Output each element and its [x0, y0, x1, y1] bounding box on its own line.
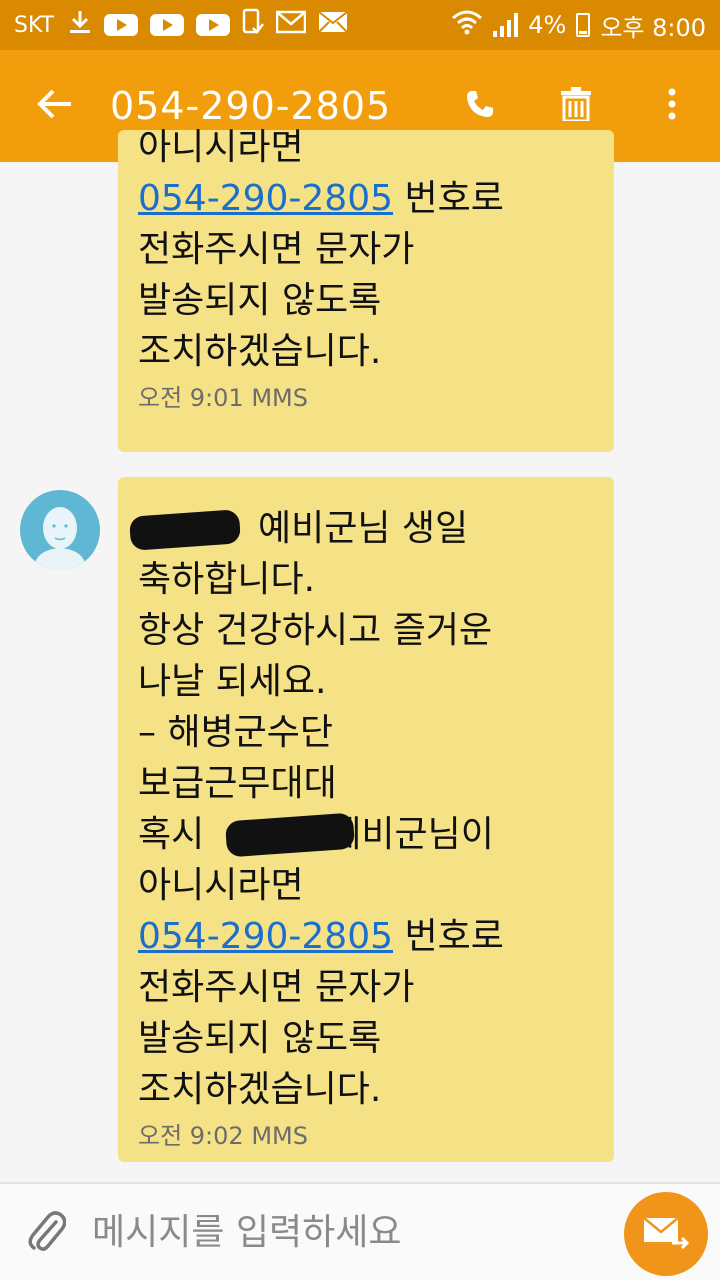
- message-bubble[interactable]: 예비군님 생일 축하합니다. 항상 건강하시고 즐거운 나날 되세요. – 해병…: [118, 477, 614, 1162]
- carrier-label: SKT: [14, 12, 55, 38]
- message-time: 오전 9:01: [138, 384, 244, 412]
- send-button[interactable]: [624, 1192, 708, 1276]
- phone-link[interactable]: 054-290-2805: [138, 178, 393, 219]
- youtube-icon: [150, 14, 185, 36]
- attach-button[interactable]: [0, 1184, 92, 1280]
- more-options-button[interactable]: [624, 50, 720, 162]
- signal-icon: [493, 13, 519, 37]
- message-text: 예비군님 생일: [258, 508, 469, 549]
- trash-icon: [560, 87, 592, 125]
- message-meta: 오전 9:01 MMS: [138, 383, 594, 413]
- message-line: 혹시 예비군님이: [138, 809, 594, 860]
- contact-avatar[interactable]: [20, 490, 100, 570]
- send-mail-icon: [642, 1215, 690, 1253]
- message-type: MMS: [251, 384, 308, 412]
- back-button[interactable]: [0, 50, 110, 162]
- gmail-icon: [275, 10, 307, 40]
- download-icon: [68, 9, 92, 41]
- message-bubble[interactable]: 아니시라면 054-290-2805 번호로 전화주시면 문자가 발송되지 않도…: [118, 127, 614, 452]
- phone-icon: [465, 89, 495, 123]
- message-line: 아니시라면: [138, 865, 304, 906]
- phone-link[interactable]: 054-290-2805: [138, 916, 393, 957]
- message-composer: [0, 1182, 720, 1280]
- status-bar: SKT 4% 오후 8:00: [0, 0, 720, 50]
- paperclip-icon: [26, 1208, 67, 1256]
- message-text: 번호로: [393, 916, 504, 957]
- message-text: 혹시: [138, 814, 205, 855]
- redaction-mark: [128, 509, 242, 551]
- message-line: 054-290-2805 번호로: [138, 173, 594, 224]
- message-text: 축하합니다. 항상 건강하시고 즐거운 나날 되세요. – 해병군수단 보급근무…: [138, 559, 493, 804]
- message-type: MMS: [251, 1122, 308, 1150]
- youtube-icon: [196, 14, 231, 36]
- more-vert-icon: [668, 88, 676, 124]
- wifi-icon: [451, 8, 483, 42]
- message-text: 전화주시면 문자가 발송되지 않도록 조치하겠습니다.: [138, 229, 415, 372]
- message-line: 054-290-2805 번호로: [138, 911, 594, 962]
- message-meta: 오전 9:02 MMS: [138, 1121, 594, 1151]
- message-line: 아니시라면: [138, 127, 304, 168]
- back-arrow-icon: [37, 88, 73, 124]
- battery-percent: 4%: [528, 11, 567, 39]
- person-icon: [34, 507, 86, 570]
- clock: 오후 8:00: [600, 13, 706, 42]
- message-input[interactable]: [92, 1211, 592, 1253]
- message-text: 전화주시면 문자가 발송되지 않도록 조치하겠습니다.: [138, 967, 415, 1110]
- message-line: 예비군님 생일: [128, 503, 594, 554]
- phone-check-icon: [242, 8, 265, 42]
- battery-charging-icon: [576, 13, 591, 37]
- message-text: 번호로: [393, 178, 504, 219]
- mail-icon: [318, 11, 348, 39]
- message-time: 오전 9:02: [138, 1122, 244, 1150]
- youtube-icon: [104, 14, 139, 36]
